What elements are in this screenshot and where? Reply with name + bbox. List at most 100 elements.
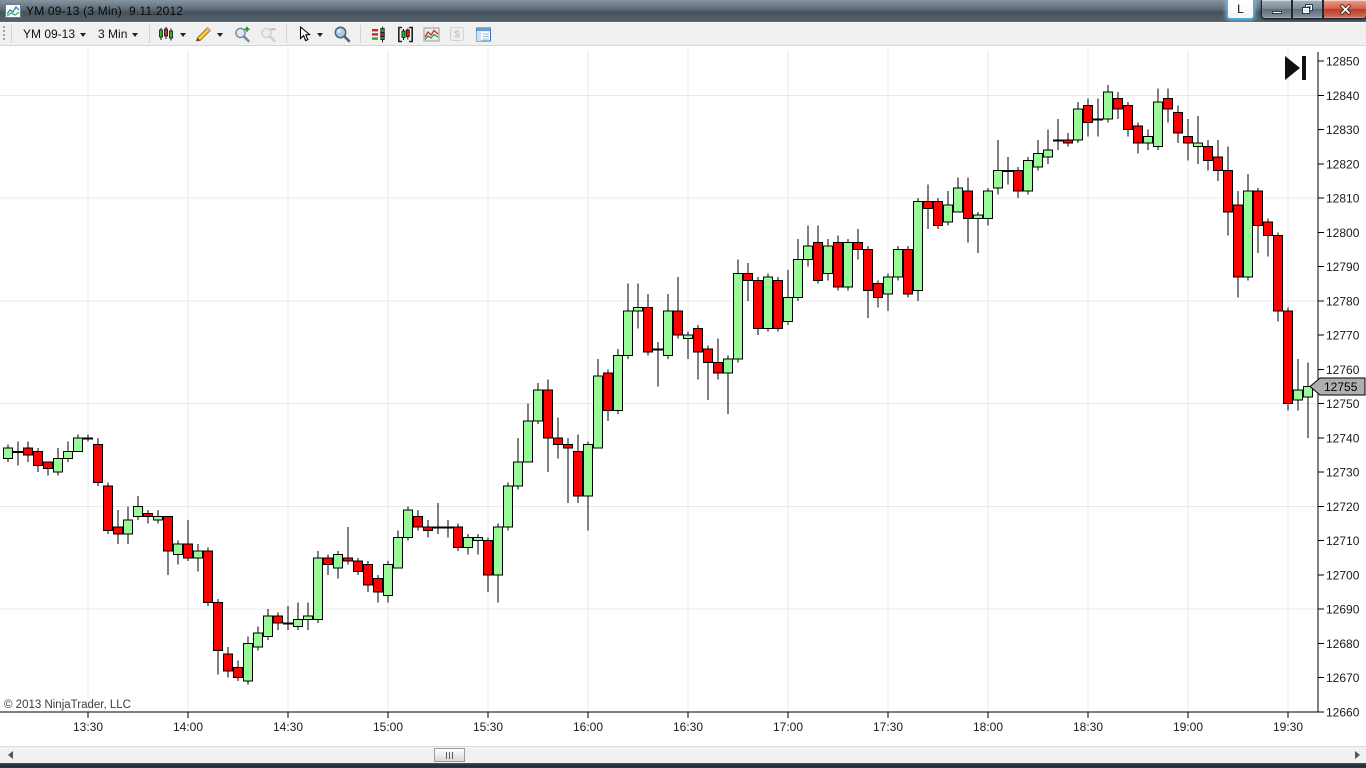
candle [723, 355, 733, 414]
toolbar-separator [11, 25, 12, 43]
toolbar-separator [149, 25, 151, 43]
close-button[interactable] [1323, 0, 1366, 19]
candle [603, 369, 613, 421]
data-series-icon[interactable] [396, 25, 414, 43]
svg-text:12780: 12780 [1326, 294, 1360, 308]
candle [1213, 139, 1223, 181]
svg-text:12690: 12690 [1326, 603, 1360, 617]
svg-text:12660: 12660 [1326, 706, 1360, 720]
candle [813, 225, 823, 284]
candle [1073, 102, 1083, 144]
candle [243, 636, 253, 685]
chart-trader-icon[interactable] [370, 25, 388, 43]
candle [673, 276, 683, 339]
candle [1093, 98, 1103, 137]
candle [823, 239, 833, 281]
candle [523, 403, 533, 463]
svg-text:12740: 12740 [1326, 431, 1360, 445]
svg-text:17:30: 17:30 [873, 720, 903, 734]
candle [503, 482, 513, 531]
drawing-tools-caret-icon[interactable] [217, 33, 224, 37]
candle [393, 530, 403, 569]
candle [913, 198, 923, 301]
play-to-end-icon[interactable] [1285, 56, 1306, 80]
properties-icon[interactable] [474, 25, 492, 43]
candle [303, 602, 313, 630]
candle [783, 270, 793, 325]
horizontal-scrollbar[interactable] [0, 746, 1366, 762]
chart-axes [0, 52, 1319, 713]
cursor-icon[interactable] [294, 25, 312, 43]
scrollbar-grip[interactable] [434, 748, 465, 762]
candle [733, 259, 743, 363]
candlestick-series [3, 84, 1313, 685]
svg-text:19:00: 19:00 [1173, 720, 1203, 734]
cursor-caret-icon[interactable] [317, 33, 324, 37]
candle [903, 246, 913, 298]
candlestick-chart[interactable]: 12660 12670 12680 12690 12700 12710 12720 12730… [0, 46, 1366, 746]
title-bar: YM 09-13 (3 Min) 9.11.2012 L [0, 0, 1366, 22]
candle [473, 533, 483, 555]
svg-text:12830: 12830 [1326, 123, 1360, 137]
candle [763, 273, 773, 332]
link-button[interactable]: L [1227, 0, 1254, 19]
interval-dropdown-label[interactable]: 3 Min [98, 27, 127, 41]
candle [1143, 129, 1153, 151]
svg-text:14:00: 14:00 [173, 720, 203, 734]
instrument-dropdown-label[interactable]: YM 09-13 [23, 27, 75, 41]
zoom-window-icon[interactable] [333, 25, 351, 43]
candle [413, 509, 423, 531]
time-axis-labels[interactable]: 13:30 14:00 14:30 15:00 15:30 16:00 16:30 17:00… [73, 712, 1303, 734]
ninjatrader-chart-window: YM 09-13 (3 Min) 9.11.2012 L YM 09-13 3 … [0, 0, 1366, 768]
candle [543, 379, 553, 473]
minimize-button[interactable] [1261, 0, 1292, 19]
svg-text:12840: 12840 [1326, 89, 1360, 103]
candle [833, 235, 843, 291]
candle [583, 441, 593, 531]
interval-dropdown-caret-icon[interactable] [132, 33, 139, 37]
svg-text:12760: 12760 [1326, 363, 1360, 377]
toolbar-drag-grip[interactable] [3, 26, 6, 42]
svg-text:12750: 12750 [1326, 397, 1360, 411]
svg-text:17:00: 17:00 [773, 720, 803, 734]
candle [713, 338, 723, 380]
drawing-tools-pencil-icon[interactable] [194, 25, 212, 43]
scroll-right-arrow-icon[interactable] [1355, 751, 1360, 759]
indicators-icon[interactable] [422, 25, 440, 43]
candle [333, 550, 343, 579]
chart-style-icon[interactable] [157, 25, 175, 43]
candle [563, 437, 573, 503]
candle [143, 509, 153, 524]
candle [773, 276, 783, 332]
candle [493, 523, 503, 603]
zoom-out-icon [259, 25, 277, 43]
svg-text:15:30: 15:30 [473, 720, 503, 734]
candle [883, 273, 893, 312]
zoom-in-icon[interactable] [233, 25, 251, 43]
candle [1153, 88, 1163, 151]
candle [1243, 174, 1253, 281]
scroll-left-arrow-icon[interactable] [8, 751, 13, 759]
candle [1083, 98, 1093, 137]
svg-text:12770: 12770 [1326, 329, 1360, 343]
strategies-dollar-icon: $ [448, 25, 466, 43]
restore-button[interactable] [1292, 0, 1323, 19]
candle [1303, 362, 1313, 438]
candle [683, 331, 693, 360]
svg-text:12850: 12850 [1326, 55, 1360, 69]
candle [263, 609, 273, 641]
instrument-dropdown-caret-icon[interactable] [80, 33, 87, 37]
candle [593, 359, 603, 449]
svg-text:16:30: 16:30 [673, 720, 703, 734]
svg-text:12810: 12810 [1326, 192, 1360, 206]
candle [743, 263, 753, 301]
toolbar-separator [360, 25, 362, 43]
candle [703, 345, 713, 401]
window-bottom-border [0, 762, 1366, 768]
chart-style-caret-icon[interactable] [180, 33, 187, 37]
restore-icon [1302, 4, 1313, 14]
svg-text:12720: 12720 [1326, 500, 1360, 514]
chart-grid [0, 50, 1318, 712]
chart-pane[interactable]: 12660 12670 12680 12690 12700 12710 12720 12730… [0, 46, 1366, 746]
candle [873, 280, 883, 308]
